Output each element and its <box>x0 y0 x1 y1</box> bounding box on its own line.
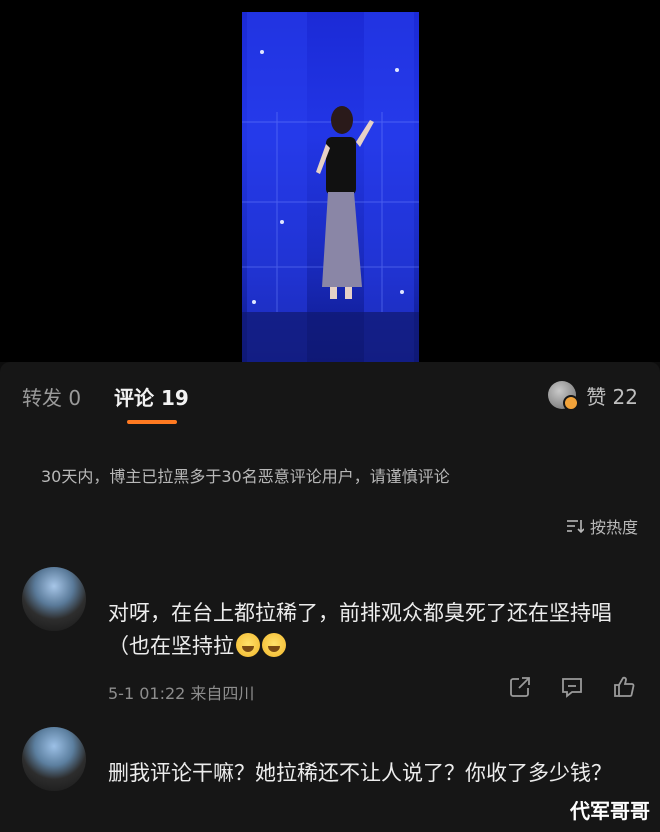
comment-text: 对呀，在台上都拉稀了，前排观众都臭死了还在坚持唱（也在坚持拉 <box>108 601 612 658</box>
likes-summary[interactable]: 赞 22 <box>548 380 638 411</box>
avatar[interactable] <box>22 727 86 791</box>
video-player[interactable] <box>0 0 660 362</box>
concert-scene-image <box>242 12 419 362</box>
comment-meta: 5-1 01:22 来自四川 <box>108 684 255 703</box>
comment-text: 删我评论干嘛？她拉稀还不让人说了？你收了多少钱？ <box>108 761 612 785</box>
avatar <box>548 381 580 411</box>
sort-icon <box>566 520 584 533</box>
moderation-notice: 30天内，博主已拉黑多于30名恶意评论用户，请谨慎评论 <box>41 467 450 486</box>
like-icon[interactable] <box>612 675 636 699</box>
sort-label: 按热度 <box>589 518 638 537</box>
badge-icon <box>563 395 580 411</box>
comments-panel: 转发 0 评论 19 赞 22 30天内，博主已拉黑多于30名恶意评论用户，请谨… <box>0 362 660 832</box>
likes-label: 赞 22 <box>586 384 638 409</box>
tab-repost[interactable]: 转发 0 <box>22 382 81 411</box>
tab-comments[interactable]: 评论 19 <box>114 382 189 411</box>
share-icon[interactable] <box>508 675 532 699</box>
comment-item: 删我评论干嘛？她拉稀还不让人说了？你收了多少钱？ <box>0 727 660 832</box>
reply-icon[interactable] <box>560 675 584 699</box>
video-frame[interactable] <box>242 12 419 362</box>
laugh-cry-emoji-icon <box>262 633 286 657</box>
avatar[interactable] <box>22 567 86 631</box>
laugh-cry-emoji-icon <box>236 633 260 657</box>
active-tab-indicator <box>127 420 177 424</box>
comment-item: 对呀，在台上都拉稀了，前排观众都臭死了还在坚持唱（也在坚持拉 5-1 01:22… <box>0 567 660 712</box>
sort-button[interactable]: 按热度 <box>566 514 638 538</box>
watermark: 代军哥哥 <box>570 799 650 823</box>
comment-actions <box>508 675 636 699</box>
